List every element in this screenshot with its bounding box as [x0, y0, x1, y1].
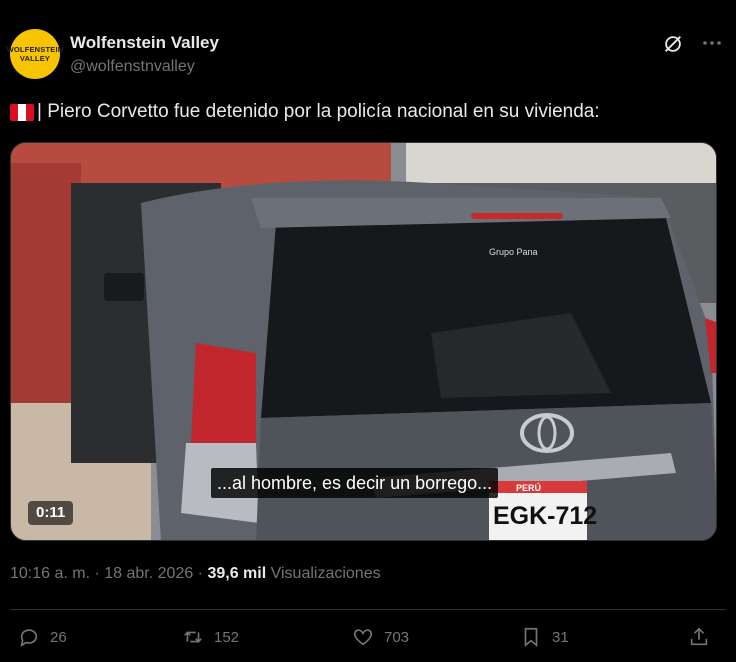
views-label: Visualizaciones [270, 565, 381, 582]
plate-number: EGK-712 [493, 502, 597, 530]
tweet-text: | Piero Corvetto fue detenido por la pol… [10, 100, 726, 124]
repost-button[interactable]: 152 [182, 626, 239, 648]
avatar-line1: WOLFENSTEIN [6, 45, 64, 54]
reply-icon [20, 629, 38, 647]
author-name[interactable]: Wolfenstein Valley [70, 33, 219, 53]
divider [10, 609, 726, 610]
dealer-sticker: Grupo Pana [489, 247, 538, 257]
like-count: 703 [384, 628, 410, 646]
avatar-line2: VALLEY [19, 54, 51, 63]
view-count: 39,6 mil [207, 565, 267, 582]
bookmark-count: 31 [552, 628, 569, 646]
video-duration: 0:11 [28, 501, 74, 525]
peru-flag-icon [10, 103, 34, 121]
like-button[interactable]: 703 [352, 626, 409, 648]
plate-country: PERÚ [516, 482, 541, 493]
action-bar: 26 152 703 31 [10, 622, 726, 658]
tweet-body: | Piero Corvetto fue detenido por la pol… [37, 101, 600, 122]
video-subtitle: ...al hombre, es decir un borrego... [211, 468, 499, 498]
share-button[interactable] [688, 626, 720, 648]
avatar[interactable]: WOLFENSTEIN VALLEY [7, 29, 63, 79]
grok-icon[interactable] [662, 33, 684, 55]
heart-icon [353, 629, 373, 646]
tweet-meta: 10:16 a. m. · 18 abr. 2026 · 39,6 mil Vi… [10, 565, 381, 583]
timestamp[interactable]: 10:16 a. m. · 18 abr. 2026 · [10, 565, 207, 582]
bookmark-icon [524, 627, 538, 648]
video-player[interactable]: PERÚ EGK-712 Grupo Pana ...al hombre, es… [10, 142, 717, 541]
reply-button[interactable]: 26 [18, 626, 67, 648]
tweet-header: WOLFENSTEIN VALLEY Wolfenstein Valley @w… [7, 27, 726, 83]
repost-icon [184, 631, 202, 643]
repost-count: 152 [214, 628, 240, 646]
bookmark-button[interactable]: 31 [520, 626, 569, 648]
more-icon[interactable] [700, 31, 724, 55]
share-icon [690, 627, 708, 646]
reply-count: 26 [50, 628, 67, 646]
author-handle[interactable]: @wolfenstnvalley [70, 58, 195, 76]
